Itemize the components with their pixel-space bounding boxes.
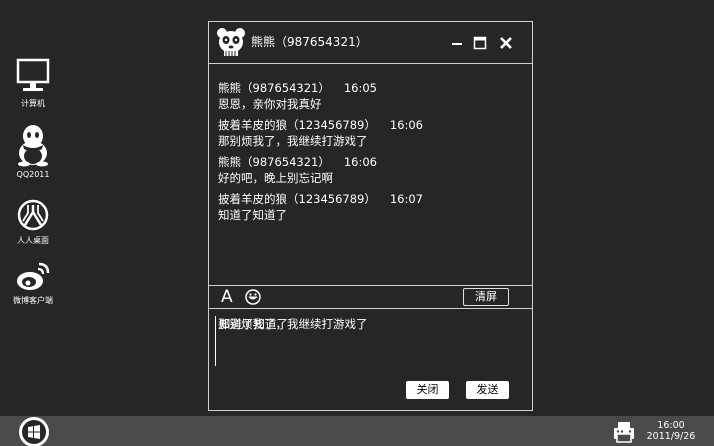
desktop-icon-label: 人人桌面: [17, 236, 49, 245]
desktop-icon-label: 计算机: [21, 99, 45, 108]
panda-avatar-icon: [217, 28, 245, 56]
send-button[interactable]: 发送: [466, 381, 509, 399]
desktop-icon-weibo[interactable]: 微博客户端: [6, 261, 60, 306]
close-button[interactable]: 关闭: [406, 381, 449, 399]
desktop-icon-qq[interactable]: QQ2011: [6, 123, 60, 180]
message-time: 16:06: [343, 155, 378, 169]
smiley-icon[interactable]: [245, 289, 261, 305]
chat-window: 熊熊（987654321） 熊熊（987654321） 16:05 恩恩，亲你对我…: [208, 21, 533, 411]
message-item: 披着羊皮的狼（123456789） 16:06 那别烦我了，我继续打游戏了: [218, 117, 518, 149]
message-time: 16:07: [389, 192, 424, 206]
clock-time: 16:00: [657, 420, 685, 431]
chat-titlebar[interactable]: 熊熊（987654321）: [209, 22, 532, 64]
message-text: 恩恩，亲你对我真好: [218, 97, 322, 111]
message-item: 熊熊（987654321） 16:05 恩恩，亲你对我真好: [218, 80, 518, 112]
desktop-icon-label: 微博客户端: [13, 296, 53, 305]
close-window-button[interactable]: [498, 35, 514, 51]
system-clock[interactable]: 16:00 2011/9/26: [640, 420, 702, 442]
close-icon: [500, 37, 512, 49]
font-button[interactable]: A: [221, 287, 233, 307]
windows-start-icon[interactable]: [17, 417, 51, 446]
message-sender: 熊熊（987654321）: [218, 81, 330, 95]
chat-toolbar: A 清屏: [209, 285, 532, 309]
message-sender: 熊熊（987654321）: [218, 155, 330, 169]
weibo-icon: [17, 262, 50, 290]
desktop-icon-computer[interactable]: 计算机: [6, 58, 60, 109]
clear-screen-button[interactable]: 清屏: [463, 288, 509, 306]
message-sender: 披着羊皮的狼（123456789）: [218, 192, 376, 206]
message-history: 熊熊（987654321） 16:05 恩恩，亲你对我真好 披着羊皮的狼（1234…: [218, 80, 518, 228]
message-item: 熊熊（987654321） 16:06 好的吧，晚上别忘记啊: [218, 154, 518, 186]
taskbar: 16:00 2011/9/26: [0, 416, 714, 446]
qq-penguin-icon: [18, 125, 48, 167]
chat-title: 熊熊（987654321）: [251, 35, 368, 49]
renren-icon: [17, 199, 49, 231]
message-time: 16:06: [389, 118, 424, 132]
clock-date: 2011/9/26: [646, 431, 696, 442]
minimize-button[interactable]: [449, 35, 465, 51]
message-item: 披着羊皮的狼（123456789） 16:07 知道了知道了: [218, 191, 518, 223]
maximize-button[interactable]: [472, 35, 488, 51]
message-text: 知道了知道了: [218, 208, 287, 222]
minimize-icon: [452, 43, 462, 45]
desktop-icon-renren[interactable]: 人人桌面: [6, 199, 60, 246]
message-text: 那别烦我了，我继续打游戏了: [218, 134, 368, 148]
message-input[interactable]: 那别烦我了，我继续打游戏了 知道了知道了: [215, 316, 525, 366]
message-sender: 披着羊皮的狼（123456789）: [218, 118, 376, 132]
input-overlay-text: 知道了知道了: [219, 317, 288, 331]
printer-icon[interactable]: [613, 421, 635, 443]
maximize-icon: [473, 36, 487, 50]
desktop-icon-label: QQ2011: [16, 170, 50, 179]
message-time: 16:05: [343, 81, 378, 95]
computer-icon: [16, 58, 50, 91]
message-text: 好的吧，晚上别忘记啊: [218, 171, 333, 185]
